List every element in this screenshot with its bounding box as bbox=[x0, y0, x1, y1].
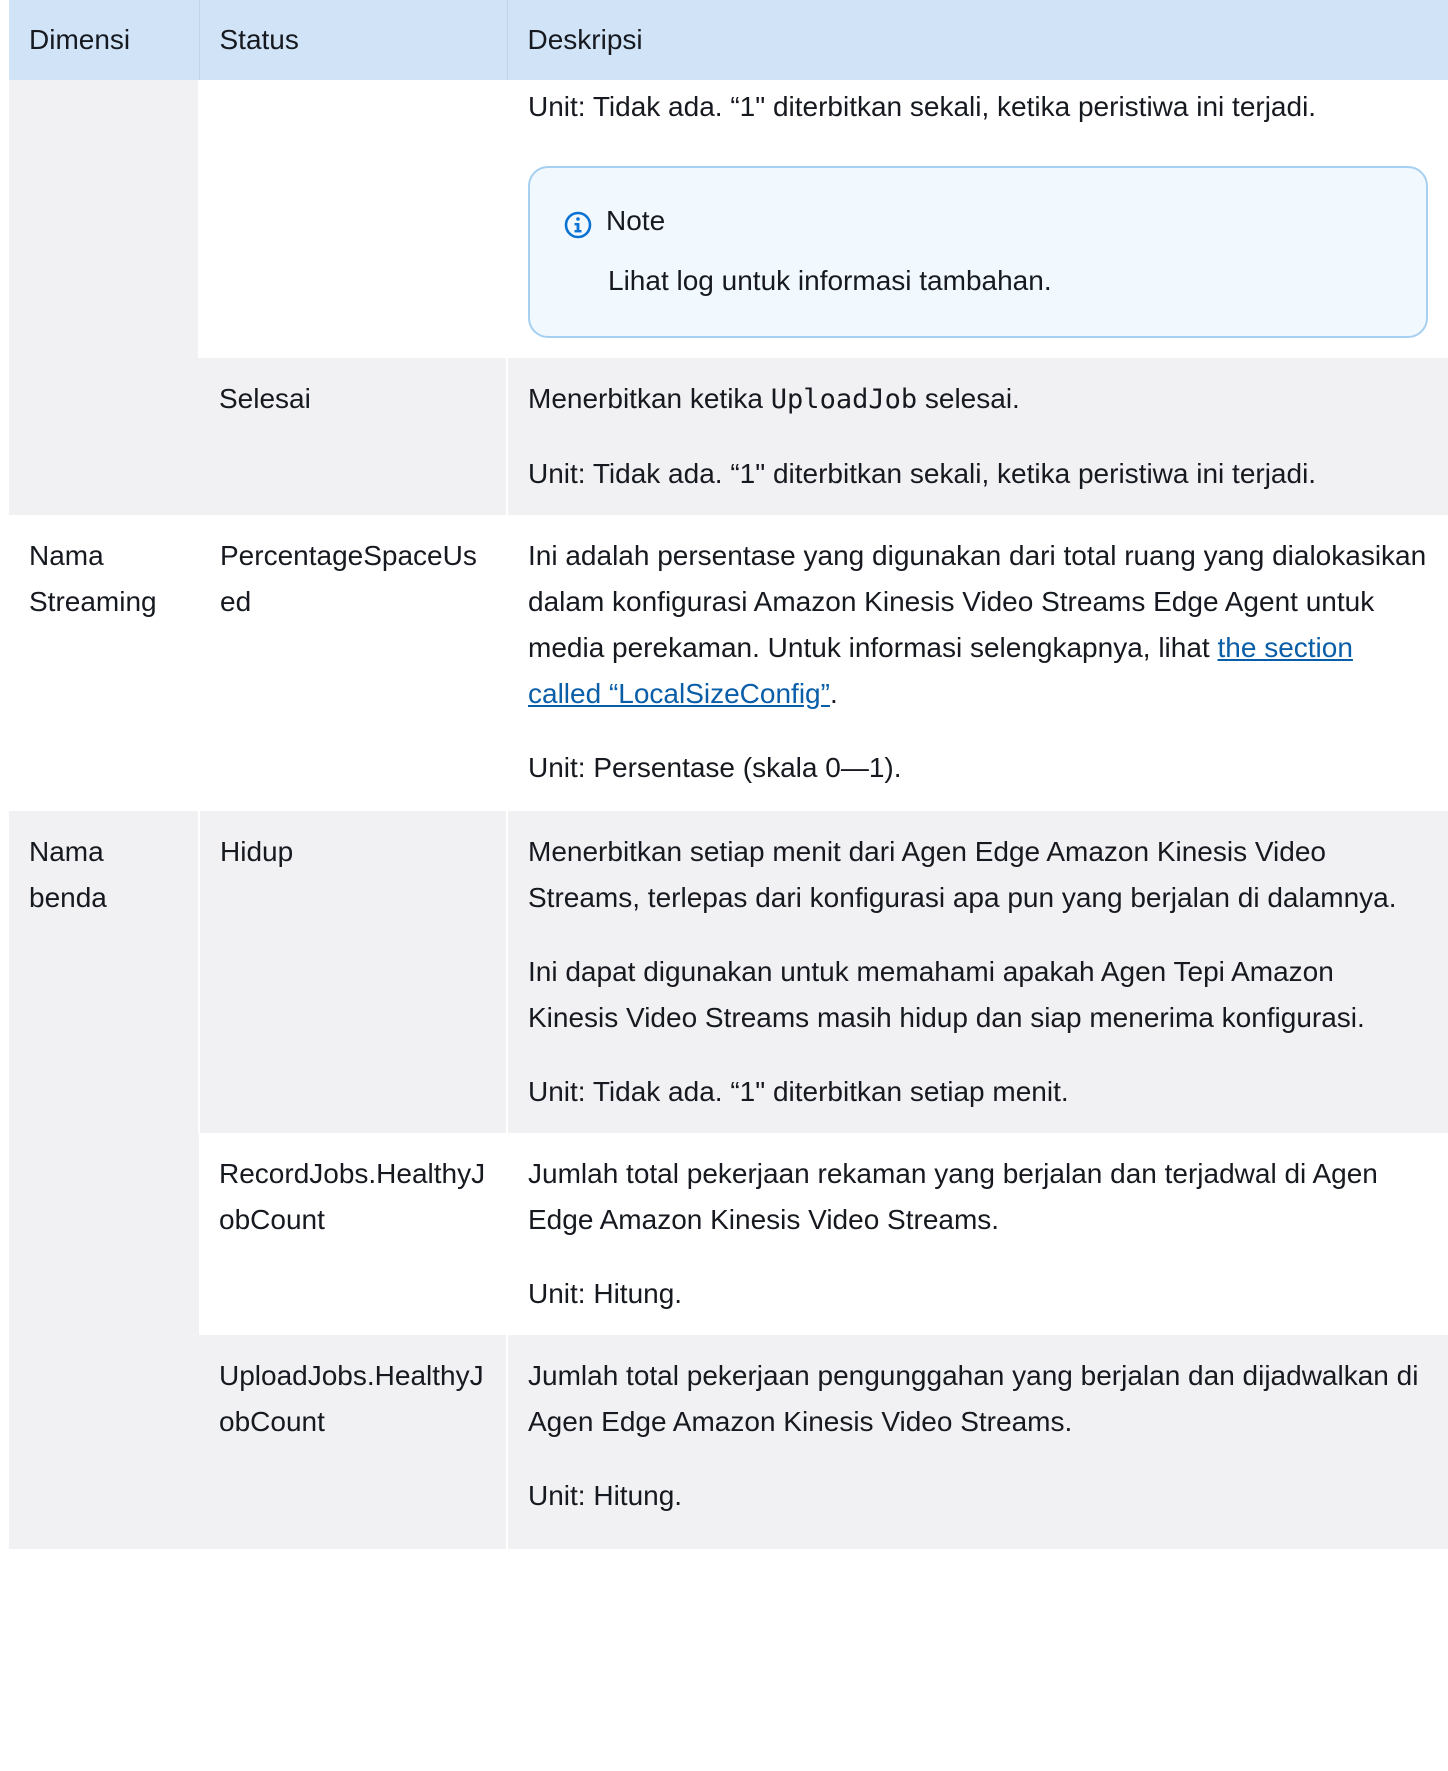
table-row: Unit: Tidak ada. “1" diterbitkan sekali,… bbox=[9, 80, 1448, 515]
header-status: Status bbox=[198, 0, 507, 80]
description-text: Menerbitkan ketika UploadJob selesai. bbox=[528, 383, 1020, 415]
description-cell: Unit: Tidak ada. “1" diterbitkan sekali,… bbox=[506, 80, 1448, 358]
note-header: Note bbox=[564, 198, 1396, 244]
header-description: Deskripsi bbox=[506, 0, 1448, 80]
description-text: Jumlah total pekerjaan pengunggahan yang… bbox=[528, 1360, 1419, 1437]
table-row: Nama Streaming PercentageSpaceUsed Ini a… bbox=[9, 515, 1448, 811]
description-text: Unit: Hitung. bbox=[528, 1480, 683, 1511]
description-text: Ini adalah persentase yang digunakan dar… bbox=[528, 540, 1427, 709]
status-cell: Selesai bbox=[199, 358, 507, 515]
status-cell: UploadJobs.HealthyJobCount bbox=[199, 1335, 507, 1549]
metrics-table: Dimensi Status Deskripsi Unit: Tidak ada… bbox=[9, 0, 1448, 1549]
dimension-cell bbox=[9, 80, 199, 515]
note-text: Lihat log untuk informasi tambahan. bbox=[608, 265, 1052, 296]
table-row: UploadJobs.HealthyJobCount Jumlah total … bbox=[9, 1335, 1448, 1549]
dimension-cell: Nama benda bbox=[9, 811, 199, 1549]
status-cell: Hidup bbox=[198, 811, 507, 1133]
description-text: Unit: Hitung. bbox=[528, 1278, 683, 1309]
description-text: Unit: Persentase (skala 0—1). bbox=[528, 752, 902, 783]
description-text: Unit: Tidak ada. “1" diterbitkan sekali,… bbox=[528, 91, 1317, 122]
page: Dimensi Status Deskripsi Unit: Tidak ada… bbox=[0, 0, 1448, 1771]
inline-code: UploadJob bbox=[770, 384, 918, 415]
note-box: Note Lihat log untuk informasi tambahan. bbox=[528, 166, 1428, 338]
dimension-cell: Nama Streaming bbox=[9, 515, 199, 811]
note-title: Note bbox=[606, 205, 666, 236]
status-cell: RecordJobs.HealthyJobCount bbox=[199, 1133, 507, 1335]
description-cell: Menerbitkan ketika UploadJob selesai. Un… bbox=[506, 358, 1448, 515]
info-circle-icon bbox=[564, 207, 592, 239]
table-row: RecordJobs.HealthyJobCount Jumlah total … bbox=[9, 1133, 1448, 1335]
description-cell: Jumlah total pekerjaan pengunggahan yang… bbox=[506, 1335, 1448, 1549]
description-cell: Ini adalah persentase yang digunakan dar… bbox=[506, 515, 1448, 811]
status-cell bbox=[198, 80, 507, 358]
table-row: Selesai Menerbitkan ketika UploadJob sel… bbox=[9, 358, 1448, 515]
description-cell: Menerbitkan setiap menit dari Agen Edge … bbox=[506, 811, 1448, 1133]
description-text: Menerbitkan setiap menit dari Agen Edge … bbox=[528, 836, 1397, 913]
description-text: Jumlah total pekerjaan rekaman yang berj… bbox=[528, 1158, 1378, 1235]
table-row: Nama benda Hidup Menerbitkan setiap meni… bbox=[9, 811, 1448, 1549]
header-dimension: Dimensi bbox=[9, 0, 199, 80]
table-header-row: Dimensi Status Deskripsi bbox=[9, 0, 1448, 80]
description-text: Ini dapat digunakan untuk memahami apaka… bbox=[528, 956, 1365, 1033]
description-cell: Jumlah total pekerjaan rekaman yang berj… bbox=[506, 1133, 1448, 1335]
description-text: Unit: Tidak ada. “1" diterbitkan sekali,… bbox=[528, 458, 1317, 489]
description-text: Unit: Tidak ada. “1" diterbitkan setiap … bbox=[528, 1076, 1069, 1107]
status-cell: PercentageSpaceUsed bbox=[198, 515, 507, 811]
